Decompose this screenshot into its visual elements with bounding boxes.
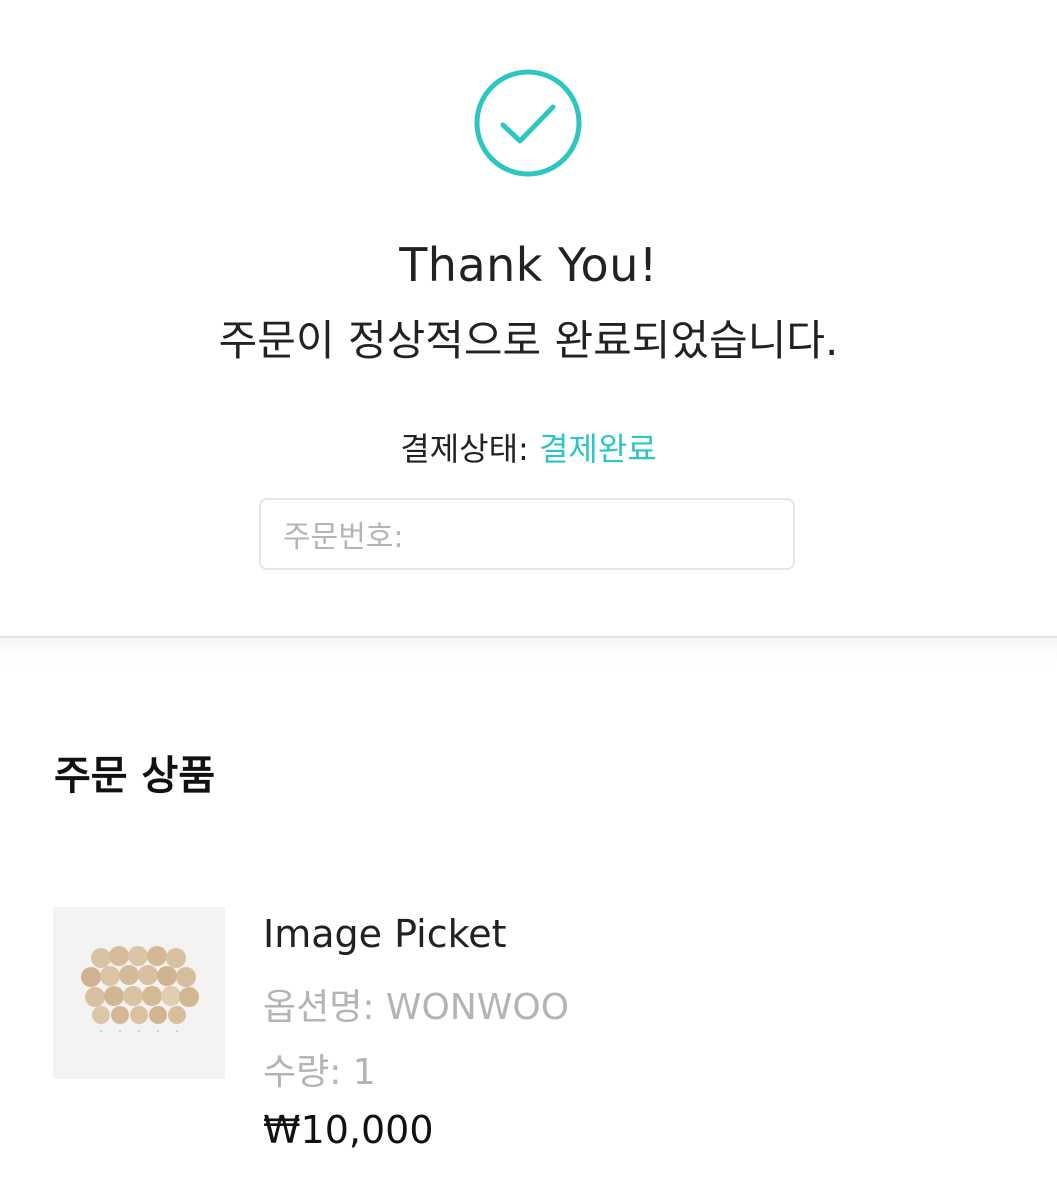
check-circle-icon	[474, 69, 582, 177]
thank-you-title: Thank You!	[399, 238, 658, 292]
section-divider	[0, 636, 1057, 666]
product-photo-image	[53, 907, 225, 1079]
product-option: 옵션명: WONWOO	[263, 987, 570, 1028]
product-thumbnail[interactable]	[53, 907, 225, 1079]
product-price: ₩10,000	[263, 1108, 434, 1152]
payment-status-value: 결제완료	[538, 430, 657, 468]
order-items-heading: 주문 상품	[54, 753, 216, 799]
order-number-label: 주문번호:	[283, 520, 404, 555]
order-complete-message: 주문이 정상적으로 완료되었습니다.	[218, 316, 839, 365]
order-complete-page: Thank You! 주문이 정상적으로 완료되었습니다. 결제상태: 결제완료…	[0, 0, 1057, 1200]
payment-status-label: 결제상태:	[400, 430, 539, 468]
product-quantity: 수량: 1	[263, 1052, 376, 1093]
product-name[interactable]: Image Picket	[263, 912, 507, 956]
order-number-field: 주문번호:	[259, 498, 795, 570]
payment-status: 결제상태: 결제완료	[0, 424, 1057, 470]
